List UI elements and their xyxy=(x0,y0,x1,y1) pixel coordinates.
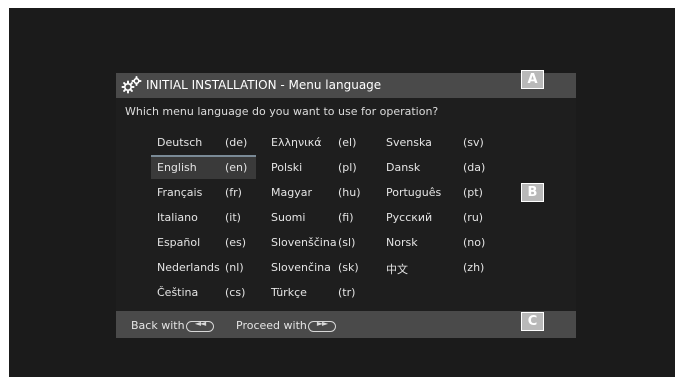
language-code: (nl) xyxy=(225,261,244,274)
language-name: Svenska xyxy=(386,136,432,149)
language-option-cs[interactable]: Čeština (cs) xyxy=(157,286,257,300)
language-name: Deutsch xyxy=(157,136,203,149)
marker-a: A xyxy=(521,70,544,89)
language-code: (pl) xyxy=(338,161,357,174)
dialog-title: INITIAL INSTALLATION - Menu language xyxy=(146,78,382,92)
language-name: Polski xyxy=(271,161,303,174)
language-name: Türkçe xyxy=(271,286,307,299)
language-option-sk[interactable]: Slovenčina (sk) xyxy=(271,261,370,275)
language-code: (fr) xyxy=(225,186,242,199)
language-option-sv[interactable]: Svenska (sv) xyxy=(386,136,495,150)
language-name: Dansk xyxy=(386,161,421,174)
language-option-ru[interactable]: Русский (ru) xyxy=(386,211,495,225)
language-code: (sl) xyxy=(338,236,356,249)
language-code: (da) xyxy=(463,161,486,174)
language-code: (el) xyxy=(338,136,357,149)
back-button-icon[interactable]: ◄◄ xyxy=(186,319,214,332)
language-option-de[interactable]: Deutsch (de) xyxy=(157,136,257,150)
language-option-pt[interactable]: Português (pt) xyxy=(386,186,495,200)
language-name: Italiano xyxy=(157,211,198,224)
language-option-nl[interactable]: Nederlands (nl) xyxy=(157,261,257,275)
language-code: (cs) xyxy=(225,286,246,299)
language-code: (fi) xyxy=(338,211,354,224)
language-name: Suomi xyxy=(271,211,306,224)
language-option-el[interactable]: Ελληνικά (el) xyxy=(271,136,370,150)
language-option-es[interactable]: Español (es) xyxy=(157,236,257,250)
language-option-fr[interactable]: Français (fr) xyxy=(157,186,257,200)
dialog-question: Which menu language do you want to use f… xyxy=(125,105,439,118)
language-code: (sv) xyxy=(463,136,484,149)
marker-c: C xyxy=(521,312,544,331)
language-name: Ελληνικά xyxy=(271,136,322,149)
language-name: English xyxy=(157,161,197,174)
language-name: Čeština xyxy=(157,286,199,299)
language-name: Français xyxy=(157,186,203,199)
language-option-it[interactable]: Italiano (it) xyxy=(157,211,257,225)
language-code: (de) xyxy=(225,136,248,149)
language-option-no[interactable]: Norsk (no) xyxy=(386,236,495,250)
language-code: (ru) xyxy=(463,211,484,224)
proceed-button-icon[interactable]: ►► xyxy=(308,319,336,332)
language-name: Русский xyxy=(386,211,433,224)
language-option-sl[interactable]: Slovenščina (sl) xyxy=(271,236,370,250)
language-option-da[interactable]: Dansk (da) xyxy=(386,161,495,175)
settings-gears-icon xyxy=(121,76,142,94)
tv-screen: INITIAL INSTALLATION - Menu language Whi… xyxy=(9,8,675,377)
language-name: Magyar xyxy=(271,186,312,199)
proceed-label: Proceed with xyxy=(236,319,307,332)
language-option-zh[interactable]: 中文 (zh) xyxy=(386,261,495,276)
language-code: (zh) xyxy=(463,261,485,274)
dialog-footer: Back with ◄◄ Proceed with ►► xyxy=(116,311,576,338)
language-option-tr[interactable]: Türkçe (tr) xyxy=(271,286,370,300)
language-code: (hu) xyxy=(338,186,361,199)
language-option-en[interactable]: English (en) xyxy=(151,155,256,179)
forward-icon: ►► xyxy=(316,319,328,328)
language-option-hu[interactable]: Magyar (hu) xyxy=(271,186,370,200)
dialog-title-bar: INITIAL INSTALLATION - Menu language xyxy=(116,73,576,98)
language-code: (tr) xyxy=(338,286,356,299)
installation-dialog: INITIAL INSTALLATION - Menu language Whi… xyxy=(116,73,576,338)
language-code: (no) xyxy=(463,236,486,249)
language-name: Slovenščina xyxy=(271,236,337,249)
language-name: Español xyxy=(157,236,201,249)
language-option-fi[interactable]: Suomi (fi) xyxy=(271,211,370,225)
back-label: Back with xyxy=(131,319,185,332)
language-code: (es) xyxy=(225,236,247,249)
language-code: (pt) xyxy=(463,186,483,199)
language-name: Português xyxy=(386,186,442,199)
language-name: 中文 xyxy=(386,263,408,276)
language-code: (en) xyxy=(225,161,248,174)
language-code: (sk) xyxy=(338,261,359,274)
language-name: Slovenčina xyxy=(271,261,331,274)
language-option-pl[interactable]: Polski (pl) xyxy=(271,161,370,175)
language-name: Nederlands xyxy=(157,261,220,274)
rewind-icon: ◄◄ xyxy=(194,319,206,328)
language-name: Norsk xyxy=(386,236,418,249)
language-code: (it) xyxy=(225,211,241,224)
marker-b: B xyxy=(521,183,544,202)
